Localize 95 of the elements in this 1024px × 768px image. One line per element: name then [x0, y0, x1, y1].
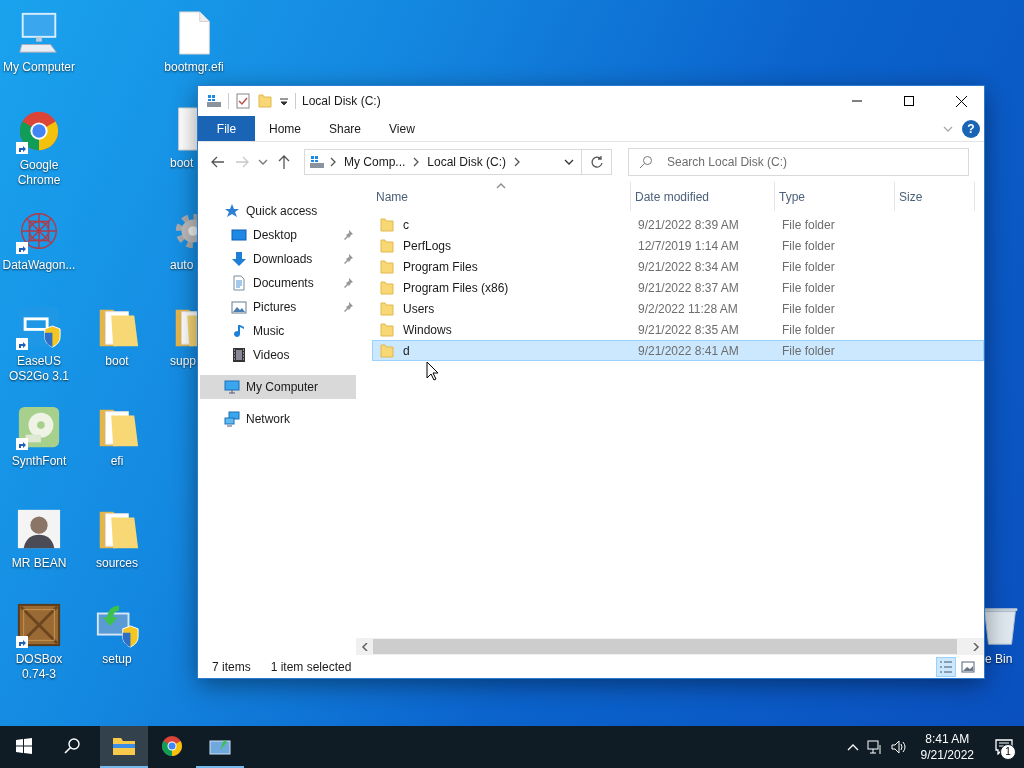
- app-icon: [16, 304, 62, 350]
- nav-item[interactable]: Network: [200, 407, 356, 431]
- breadcrumb[interactable]: Local Disk (C:): [424, 155, 510, 169]
- file-row[interactable]: PerfLogs 12/7/2019 1:14 AM File folder: [372, 235, 984, 256]
- icon-label: sources: [96, 556, 138, 571]
- icon-label: supp: [170, 354, 197, 369]
- details-view-icon: [939, 659, 953, 674]
- window-title: Local Disk (C:): [302, 94, 381, 108]
- folder-icon: [379, 300, 395, 317]
- folder-icon: [112, 736, 136, 756]
- document-icon: [231, 275, 247, 291]
- address-bar[interactable]: My Comp... Local Disk (C:): [304, 149, 582, 175]
- scroll-right-icon[interactable]: [971, 642, 980, 651]
- folder-icon: [379, 258, 395, 275]
- scroll-left-icon[interactable]: [360, 642, 369, 651]
- file-row[interactable]: c 9/21/2022 8:39 AM File folder: [372, 214, 984, 235]
- icon-label: Google Chrome: [16, 158, 62, 188]
- icon-label: boot: [105, 354, 129, 369]
- horizontal-scrollbar[interactable]: [356, 638, 984, 655]
- taskbar-app-button[interactable]: [100, 726, 148, 768]
- folder-icon: [379, 279, 395, 296]
- selection-count: 1 item selected: [270, 659, 352, 674]
- notification-button[interactable]: 1: [984, 726, 1024, 768]
- ribbon-tab[interactable]: Share: [315, 116, 376, 141]
- refresh-icon: [589, 155, 604, 169]
- folder-icon: [379, 216, 395, 233]
- file-row[interactable]: Program Files 9/21/2022 8:34 AM File folder: [372, 256, 984, 277]
- browser-icon: [160, 734, 184, 758]
- icon-label: boot: [170, 156, 194, 171]
- nav-item[interactable]: Quick access: [200, 199, 356, 223]
- nav-item[interactable]: Pictures: [200, 295, 356, 319]
- back-arrow-icon: [210, 154, 226, 170]
- icon-label: SynthFont: [11, 454, 67, 469]
- icon-label: EaseUS OS2Go 3.1: [7, 354, 70, 384]
- volume-icon[interactable]: [890, 739, 907, 755]
- icon-label: bootmgr.efi: [164, 60, 224, 75]
- star-icon: [224, 203, 240, 219]
- desktop-icon: [231, 227, 247, 243]
- search-field[interactable]: Search Local Disk (C:): [628, 148, 969, 176]
- column-header[interactable]: Type: [775, 182, 895, 211]
- music-note-icon: [231, 323, 247, 339]
- column-header[interactable]: Size: [895, 182, 975, 211]
- notification-badge: 1: [1000, 744, 1016, 760]
- icon-label: efi: [110, 454, 124, 469]
- help-button[interactable]: ?: [962, 119, 980, 138]
- file-row[interactable]: Users 9/2/2022 11:28 AM File folder: [372, 298, 984, 319]
- refresh-button[interactable]: [582, 149, 612, 175]
- file-row[interactable]: Windows 9/21/2022 8:35 AM File folder: [372, 319, 984, 340]
- clock[interactable]: 8:41 AM 9/21/2022: [914, 731, 980, 763]
- download-arrow-icon: [231, 251, 247, 267]
- ribbon-tab[interactable]: View: [375, 116, 429, 141]
- search-icon: [64, 738, 80, 754]
- maximize-icon: [904, 96, 914, 106]
- crate-icon: [16, 602, 62, 648]
- nav-item[interactable]: Documents: [200, 271, 356, 295]
- folder-icon: [379, 321, 395, 338]
- file-menu-button[interactable]: File: [198, 116, 255, 141]
- mouse-pointer-icon: [426, 361, 439, 381]
- icon-label: MR BEAN: [11, 556, 67, 571]
- forward-arrow-icon: [234, 154, 250, 170]
- file-row[interactable]: Program Files (x86) 9/21/2022 8:37 AM File folder: [372, 277, 984, 298]
- thumbnail-view-icon: [961, 659, 975, 674]
- nav-item[interactable]: Desktop: [200, 223, 356, 247]
- breadcrumb[interactable]: My Comp...: [341, 155, 409, 169]
- column-header[interactable]: Date modified: [631, 182, 775, 211]
- nav-item[interactable]: Downloads: [200, 247, 356, 271]
- windows-logo-icon: [16, 738, 32, 754]
- column-header[interactable]: Name: [372, 182, 631, 211]
- icon-label: setup: [102, 652, 132, 667]
- folder-icon: [379, 342, 395, 359]
- network-icon[interactable]: [866, 739, 883, 755]
- film-icon: [231, 347, 247, 363]
- drive-icon: [206, 93, 222, 109]
- nav-item[interactable]: My Computer: [200, 375, 356, 399]
- icon-label: DOSBox 0.74-3: [14, 652, 64, 682]
- notification-icon: [995, 739, 1013, 755]
- folder-icon: [379, 237, 395, 254]
- network-icon: [224, 411, 240, 427]
- picture-icon: [231, 299, 247, 315]
- ribbon-tab[interactable]: Home: [255, 116, 315, 141]
- drive-icon: [309, 154, 325, 170]
- icon-label: My Computer: [3, 60, 75, 75]
- icon-label: auto: [170, 258, 194, 273]
- view-toggle-button[interactable]: [936, 656, 956, 677]
- nav-item[interactable]: Videos: [200, 343, 356, 367]
- properties-icon[interactable]: [235, 93, 251, 109]
- up-arrow-icon: [276, 154, 292, 170]
- close-icon: [955, 95, 967, 107]
- item-count: 7 items: [212, 659, 251, 674]
- icon-label: e Bin: [985, 652, 1013, 667]
- file-row[interactable]: d 9/21/2022 8:41 AM File folder: [372, 340, 984, 361]
- icon-label: DataWagon...: [2, 258, 76, 273]
- computer-icon: [224, 379, 240, 395]
- nav-item[interactable]: Music: [200, 319, 356, 343]
- search-icon: [639, 155, 653, 169]
